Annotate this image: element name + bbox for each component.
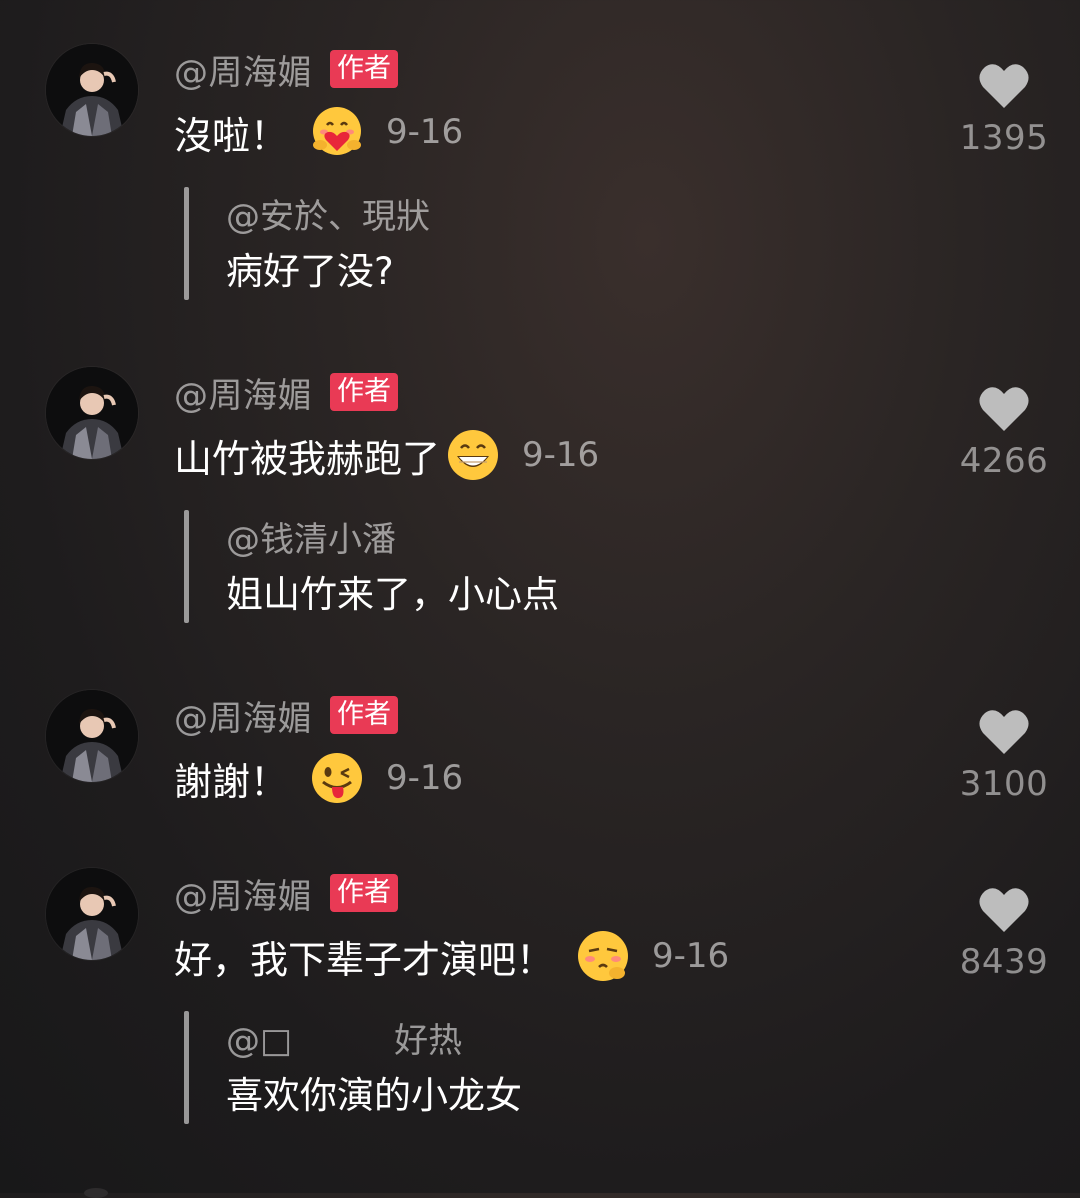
reply-text: 姐山竹来了，小心点 [226, 573, 559, 616]
author-badge: 作者 [330, 373, 398, 411]
author-badge: 作者 [330, 696, 398, 734]
user-avatar[interactable] [46, 367, 138, 459]
like-count: 4266 [959, 441, 1049, 481]
like-button[interactable]: 1395 [954, 62, 1054, 158]
reply-username[interactable]: @□ 好热 [226, 1013, 462, 1062]
comment-username[interactable]: @周海媚 [174, 869, 312, 918]
comment-text: 謝謝！ [174, 759, 289, 804]
user-avatar[interactable] [46, 690, 138, 782]
like-count: 3100 [959, 764, 1049, 804]
reply-divider [184, 1011, 189, 1124]
reply-text: 病好了没? [226, 250, 394, 293]
reply-text: 喜欢你演的小龙女 [226, 1074, 522, 1117]
like-count: 1395 [959, 118, 1049, 158]
comment-date: 9-16 [652, 936, 730, 976]
reply-divider [184, 510, 189, 623]
comment-text: 好，我下辈子才演吧！ [174, 937, 555, 982]
like-count: 8439 [959, 942, 1049, 982]
like-button[interactable]: 4266 [954, 385, 1054, 481]
comment-date: 9-16 [522, 435, 600, 475]
hugging-heart-emoji [310, 105, 364, 159]
winking-tongue-emoji [310, 751, 364, 805]
author-badge: 作者 [330, 874, 398, 912]
comment-username[interactable]: @周海媚 [174, 368, 312, 417]
reply-divider [184, 187, 189, 300]
comment-date: 9-16 [386, 112, 464, 152]
comment-text: 山竹被我赫跑了 [174, 436, 441, 481]
comment-text: 沒啦！ [174, 113, 289, 158]
comment-item: @周海媚 作者 山竹被我赫跑了 9-16 4266 @钱清小潘 姐山竹来了，小心… [0, 367, 1080, 667]
heart-icon [979, 64, 1029, 108]
user-avatar[interactable] [46, 44, 138, 136]
user-avatar[interactable] [46, 868, 138, 960]
heart-icon [979, 888, 1029, 932]
reply-username[interactable]: @安於、現狀 [226, 189, 430, 238]
pensive-blush-emoji [576, 929, 630, 983]
reply-username[interactable]: @钱清小潘 [226, 512, 396, 561]
comment-date: 9-16 [386, 758, 464, 798]
grinning-teeth-emoji [446, 428, 500, 482]
comment-item: @周海媚 作者 好，我下辈子才演吧！ 9-16 8439 @□ 好热 喜欢你演的… [0, 868, 1080, 1168]
author-badge: 作者 [330, 50, 398, 88]
like-button[interactable]: 8439 [954, 886, 1054, 982]
comment-username[interactable]: @周海媚 [174, 691, 312, 740]
next-avatar-edge [84, 1188, 108, 1198]
heart-icon [979, 387, 1029, 431]
heart-icon [979, 710, 1029, 754]
like-button[interactable]: 3100 [954, 708, 1054, 804]
comment-item: @周海媚 作者 沒啦！ 9-16 1395 @安於、現狀 病好了没? [0, 44, 1080, 344]
comment-username[interactable]: @周海媚 [174, 45, 312, 94]
